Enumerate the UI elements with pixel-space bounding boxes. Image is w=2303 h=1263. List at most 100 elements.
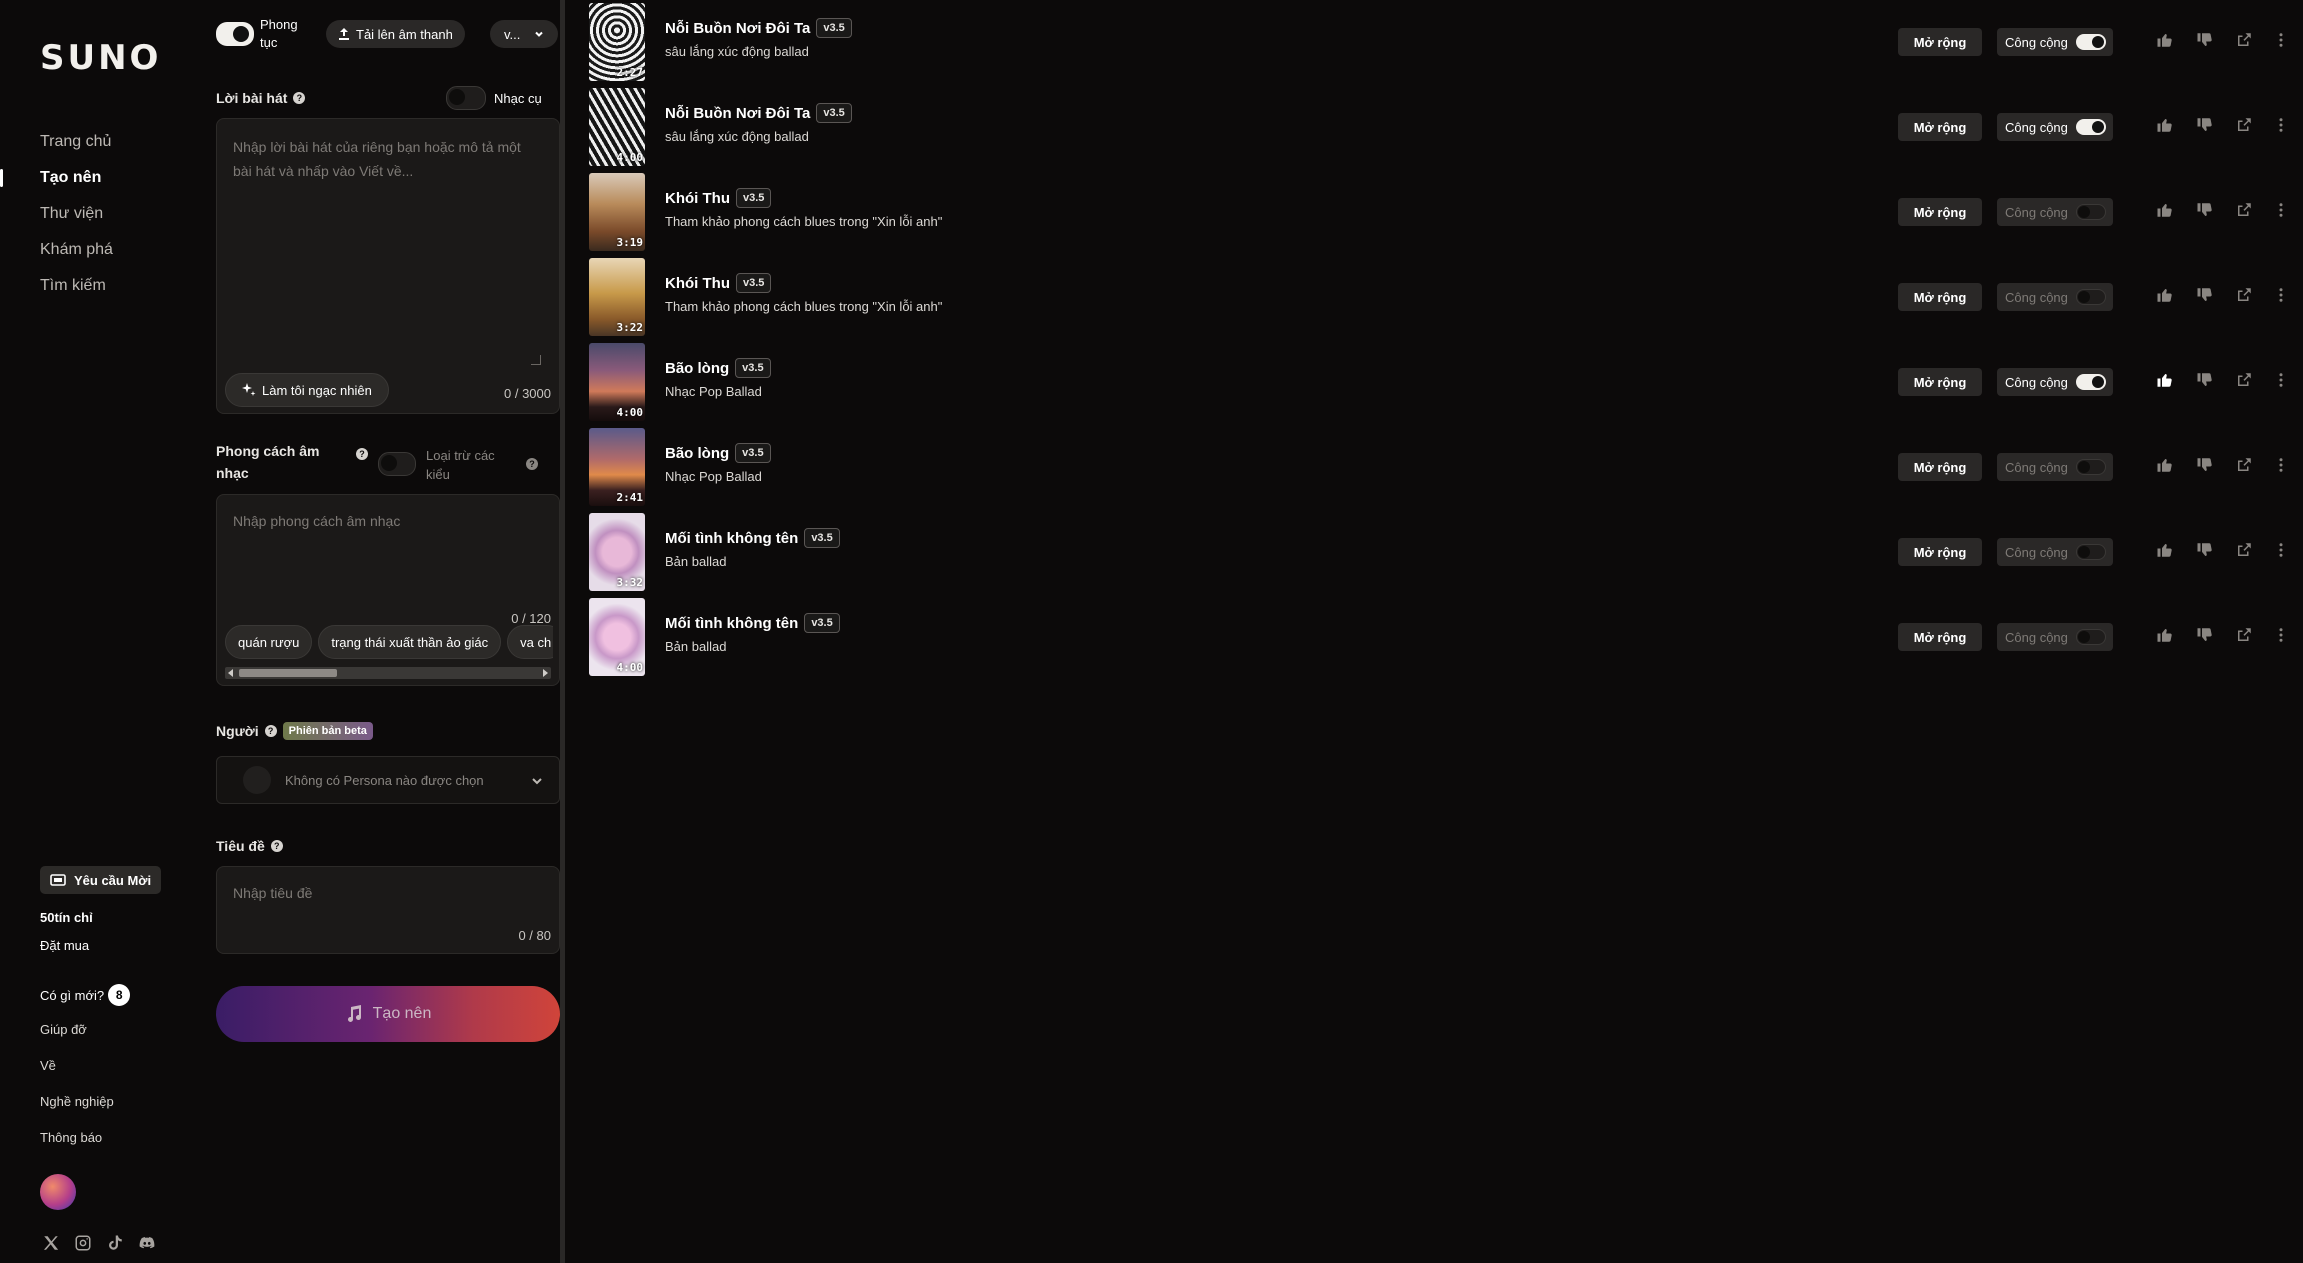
more-options-icon[interactable]: [2272, 31, 2290, 49]
instrumental-toggle[interactable]: [446, 86, 486, 110]
song-cover-image[interactable]: 3:22: [589, 258, 645, 336]
share-icon[interactable]: [2235, 116, 2253, 134]
nav-item-explore[interactable]: Khám phá: [0, 232, 200, 268]
public-toggle[interactable]: [2075, 629, 2106, 645]
song-cover-image[interactable]: 3:19: [589, 173, 645, 251]
song-row[interactable]: 2:41 Bão lòng v3.5 Nhạc Pop Ballad Mở rộ…: [565, 425, 2303, 510]
help-icon[interactable]: ?: [264, 725, 277, 737]
dislike-icon[interactable]: [2196, 201, 2214, 219]
more-options-icon[interactable]: [2272, 541, 2290, 559]
help-icon[interactable]: ?: [356, 448, 368, 460]
extend-button[interactable]: Mở rộng: [1898, 283, 1982, 311]
suno-logo[interactable]: SUNO: [40, 38, 161, 78]
dislike-icon[interactable]: [2196, 456, 2214, 474]
discord-icon[interactable]: [138, 1234, 156, 1252]
extend-button[interactable]: Mở rộng: [1898, 198, 1982, 226]
scrollbar-thumb[interactable]: [239, 669, 337, 677]
user-avatar[interactable]: [40, 1174, 76, 1210]
surprise-me-button[interactable]: Làm tôi ngạc nhiên: [225, 373, 389, 407]
dislike-icon[interactable]: [2196, 626, 2214, 644]
model-version-select[interactable]: v...: [490, 20, 558, 48]
public-toggle-button[interactable]: Công cộng: [1997, 113, 2113, 141]
help-icon[interactable]: ?: [293, 92, 306, 104]
extend-button[interactable]: Mở rộng: [1898, 538, 1982, 566]
public-toggle-button[interactable]: Công cộng: [1997, 198, 2113, 226]
song-title[interactable]: Mối tình không tên v3.5: [665, 613, 840, 633]
more-options-icon[interactable]: [2272, 286, 2290, 304]
more-options-icon[interactable]: [2272, 626, 2290, 644]
song-title[interactable]: Bão lòng v3.5: [665, 443, 771, 463]
song-row[interactable]: 3:22 Khói Thu v3.5 Tham khảo phong cách …: [565, 255, 2303, 340]
dislike-icon[interactable]: [2196, 116, 2214, 134]
public-toggle[interactable]: [2075, 459, 2106, 475]
lyrics-input[interactable]: Nhập lời bài hát của riêng bạn hoặc mô t…: [216, 118, 560, 414]
scroll-right-icon[interactable]: [543, 669, 548, 677]
like-icon[interactable]: [2156, 31, 2174, 49]
song-row[interactable]: 2:27 Nỗi Buồn Nơi Đôi Ta v3.5 sâu lắng x…: [565, 0, 2303, 85]
song-cover-image[interactable]: 4:00: [589, 88, 645, 166]
style-chip[interactable]: quán rượu: [225, 625, 313, 659]
about-link[interactable]: Về: [40, 1058, 56, 1073]
nav-item-home[interactable]: Trang chủ: [0, 124, 200, 160]
public-toggle[interactable]: [2075, 34, 2106, 50]
song-title[interactable]: Bão lòng v3.5: [665, 358, 771, 378]
share-icon[interactable]: [2235, 456, 2253, 474]
more-options-icon[interactable]: [2272, 201, 2290, 219]
nav-item-search[interactable]: Tìm kiếm: [0, 268, 200, 304]
share-icon[interactable]: [2235, 371, 2253, 389]
resize-handle[interactable]: [531, 355, 541, 365]
style-chip[interactable]: va ch: [507, 625, 553, 659]
nav-item-create[interactable]: Tạo nên: [0, 160, 200, 196]
like-icon[interactable]: [2156, 371, 2174, 389]
public-toggle[interactable]: [2075, 544, 2106, 560]
public-toggle-button[interactable]: Công cộng: [1997, 453, 2113, 481]
song-row[interactable]: 3:19 Khói Thu v3.5 Tham khảo phong cách …: [565, 170, 2303, 255]
song-row[interactable]: 3:32 Mối tình không tên v3.5 Bản ballad …: [565, 510, 2303, 595]
invite-button[interactable]: Yêu cầu Mời: [40, 866, 162, 894]
dislike-icon[interactable]: [2196, 31, 2214, 49]
song-title[interactable]: Khói Thu v3.5: [665, 188, 772, 208]
song-cover-image[interactable]: 4:00: [589, 598, 645, 676]
public-toggle-button[interactable]: Công cộng: [1997, 538, 2113, 566]
extend-button[interactable]: Mở rộng: [1898, 113, 1982, 141]
public-toggle[interactable]: [2075, 374, 2106, 390]
song-title[interactable]: Mối tình không tên v3.5: [665, 528, 840, 548]
extend-button[interactable]: Mở rộng: [1898, 453, 1982, 481]
notifications-link[interactable]: Thông báo: [40, 1130, 102, 1145]
help-link[interactable]: Giúp đỡ: [40, 1022, 87, 1037]
x-icon[interactable]: [42, 1234, 60, 1252]
share-icon[interactable]: [2235, 626, 2253, 644]
song-title[interactable]: Nỗi Buồn Nơi Đôi Ta v3.5: [665, 103, 852, 123]
public-toggle-button[interactable]: Công cộng: [1997, 283, 2113, 311]
like-icon[interactable]: [2156, 456, 2174, 474]
like-icon[interactable]: [2156, 626, 2174, 644]
more-options-icon[interactable]: [2272, 116, 2290, 134]
public-toggle-button[interactable]: Công cộng: [1997, 623, 2113, 651]
song-cover-image[interactable]: 2:41: [589, 428, 645, 506]
style-input[interactable]: Nhập phong cách âm nhạc 0 / 120 quán rượ…: [216, 494, 560, 686]
more-options-icon[interactable]: [2272, 371, 2290, 389]
extend-button[interactable]: Mở rộng: [1898, 368, 1982, 396]
custom-mode-toggle[interactable]: [216, 22, 254, 46]
nav-item-library[interactable]: Thư viện: [0, 196, 200, 232]
like-icon[interactable]: [2156, 541, 2174, 559]
dislike-icon[interactable]: [2196, 286, 2214, 304]
create-song-button[interactable]: Tạo nên: [216, 986, 560, 1042]
dislike-icon[interactable]: [2196, 371, 2214, 389]
share-icon[interactable]: [2235, 31, 2253, 49]
instagram-icon[interactable]: [74, 1234, 92, 1252]
help-icon[interactable]: ?: [270, 840, 283, 852]
tiktok-icon[interactable]: [106, 1234, 124, 1252]
song-title[interactable]: Nỗi Buồn Nơi Đôi Ta v3.5: [665, 18, 852, 38]
song-title[interactable]: Khói Thu v3.5: [665, 273, 772, 293]
extend-button[interactable]: Mở rộng: [1898, 623, 1982, 651]
like-icon[interactable]: [2156, 286, 2174, 304]
song-cover-image[interactable]: 2:27: [589, 3, 645, 81]
style-chip[interactable]: trạng thái xuất thần ảo giác: [318, 625, 502, 659]
persona-select[interactable]: Không có Persona nào được chọn: [216, 756, 560, 804]
like-icon[interactable]: [2156, 201, 2174, 219]
horizontal-scrollbar[interactable]: [225, 667, 551, 679]
help-icon[interactable]: ?: [526, 458, 538, 470]
song-cover-image[interactable]: 4:00: [589, 343, 645, 421]
subscribe-link[interactable]: Đặt mua: [40, 938, 89, 953]
